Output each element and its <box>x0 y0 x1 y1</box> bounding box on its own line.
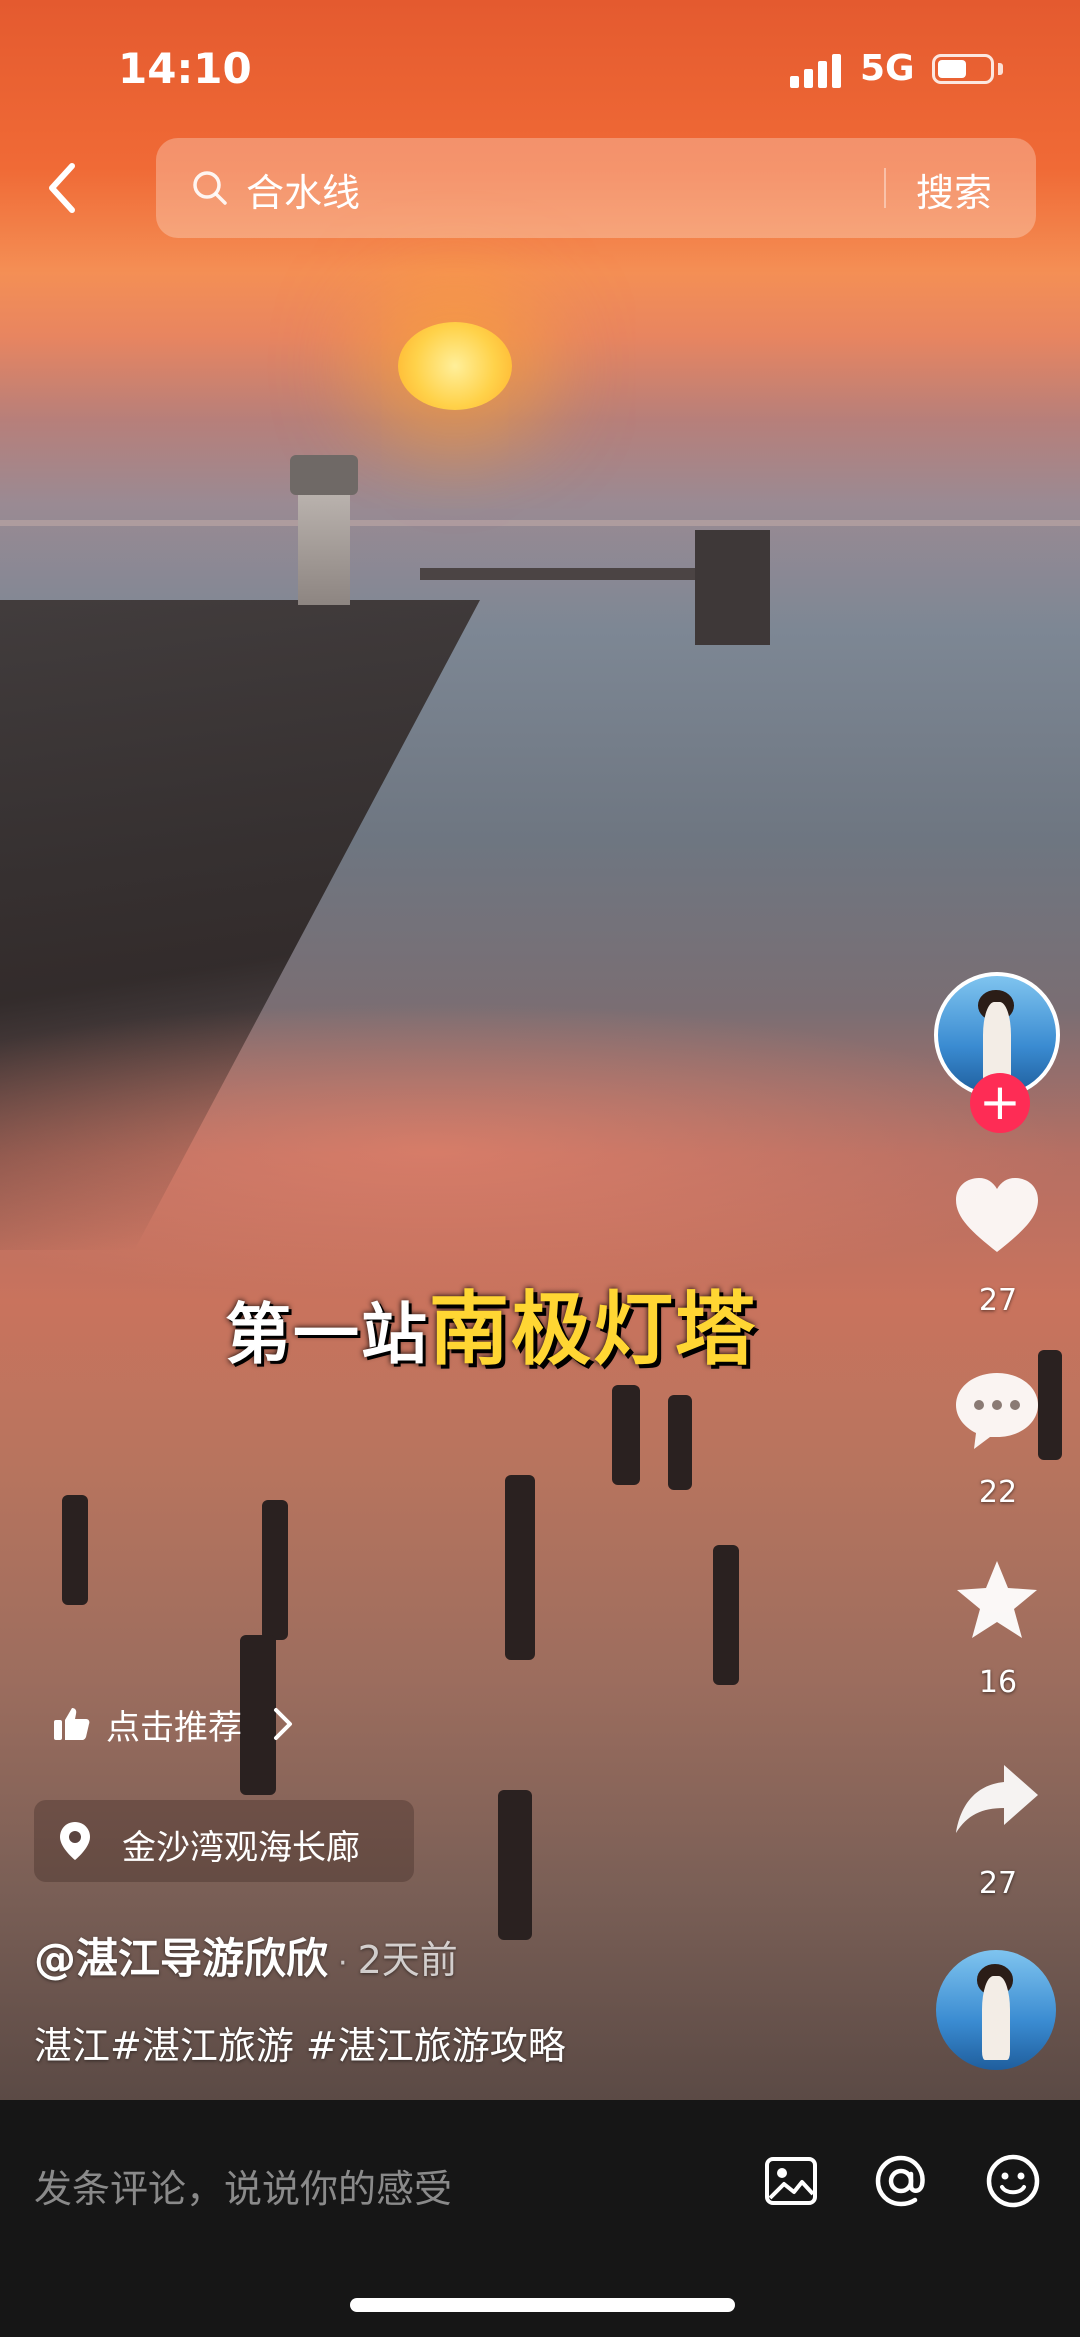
beach-person <box>62 1495 88 1605</box>
back-icon <box>49 163 75 213</box>
comment-input[interactable]: 发条评论，说说你的感受 <box>34 2158 452 2213</box>
video-caption: 第一站南极灯塔 <box>225 1265 757 1381</box>
share-icon[interactable] <box>952 1755 1042 1845</box>
status-bar: 14:10 5G <box>0 0 1080 140</box>
author-line: @湛江导游欣欣 · 2天前 <box>34 1925 458 1986</box>
post-time: 2天前 <box>357 1938 458 1982</box>
favorite-count: 16 <box>978 1665 1018 1700</box>
video-player[interactable] <box>0 0 1080 2100</box>
at-icon[interactable] <box>872 2152 930 2210</box>
status-time: 14:10 <box>118 44 252 93</box>
horizon <box>0 520 1080 526</box>
location-pin-icon <box>60 1822 90 1860</box>
comment-count: 22 <box>978 1475 1018 1510</box>
search-icon <box>193 171 227 205</box>
music-disc-avatar[interactable] <box>936 1950 1056 2070</box>
star-icon[interactable] <box>952 1555 1042 1645</box>
heart-icon[interactable] <box>952 1172 1042 1262</box>
caption-prefix: 第一站 <box>225 1296 429 1373</box>
beach-person <box>713 1545 739 1685</box>
search-divider <box>884 168 886 208</box>
network-type: 5G <box>860 48 915 89</box>
back-button[interactable] <box>38 158 88 218</box>
beach-person <box>262 1500 288 1640</box>
thumbs-up-icon <box>54 1708 90 1740</box>
signal-icon <box>790 52 846 88</box>
home-indicator[interactable] <box>350 2298 735 2312</box>
comment-icon[interactable] <box>952 1365 1042 1455</box>
emoji-icon[interactable] <box>984 2152 1042 2210</box>
post-description[interactable]: 湛江#湛江旅游 #湛江旅游攻略 <box>34 2015 566 2070</box>
search-bar[interactable]: 合水线 搜索 <box>156 138 1036 238</box>
beach-person <box>612 1385 640 1485</box>
lighthouse-lantern <box>290 455 358 495</box>
recommend-label: 点击推荐 <box>106 1708 242 1748</box>
beach-person <box>505 1475 535 1660</box>
beach-reflection <box>0 1000 1080 1300</box>
separator-dot: · <box>338 1946 348 1981</box>
image-icon[interactable] <box>762 2152 820 2210</box>
beach-person <box>668 1395 692 1490</box>
location-name: 金沙湾观海长廊 <box>122 1828 360 1868</box>
share-count: 27 <box>978 1866 1018 1901</box>
sun <box>398 322 512 410</box>
action-rail: + 27 22 16 27 <box>930 0 1080 2100</box>
follow-button[interactable]: + <box>970 1073 1030 1133</box>
search-input[interactable]: 合水线 <box>246 162 360 217</box>
caption-highlight: 南极灯塔 <box>429 1283 757 1376</box>
like-count: 27 <box>978 1283 1018 1318</box>
location-tag[interactable]: 金沙湾观海长廊 <box>34 1800 414 1882</box>
author-name[interactable]: @湛江导游欣欣 <box>34 1934 328 1983</box>
comment-bar: 发条评论，说说你的感受 <box>0 2100 1080 2337</box>
beach-person <box>498 1790 532 1940</box>
water-station <box>695 530 770 645</box>
chevron-right-icon <box>274 1708 292 1740</box>
